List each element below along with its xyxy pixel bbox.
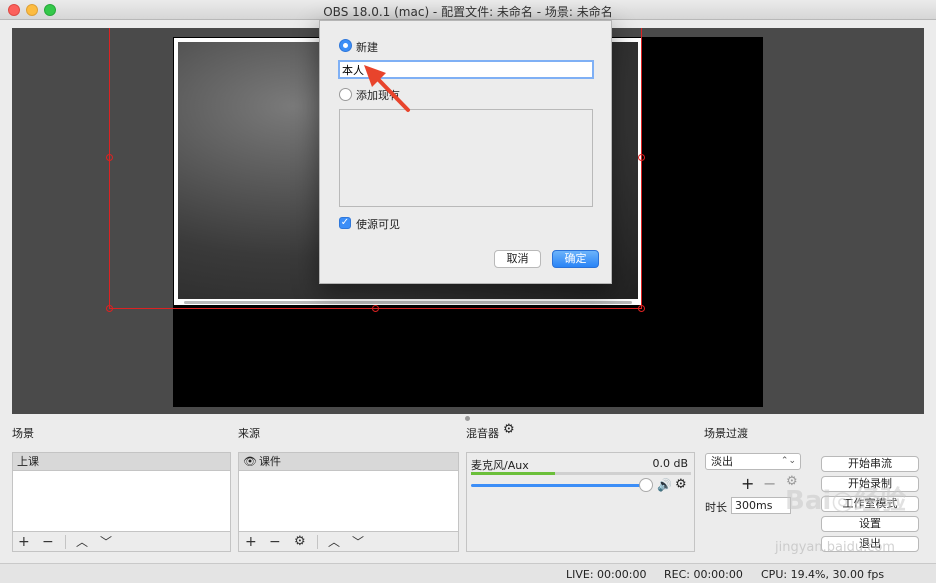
live-timer: LIVE: 00:00:00 [566, 568, 647, 581]
mixer-title: 混音器 [466, 427, 499, 440]
sources-panel: 👁 课件 + − ⚙ ︿ ﹀ [238, 452, 459, 552]
rec-timer: REC: 00:00:00 [664, 568, 743, 581]
scene-item[interactable]: 上课 [13, 453, 230, 471]
sources-toolbar: + − ⚙ ︿ ﹀ [239, 531, 458, 551]
toolbar-divider [65, 535, 66, 549]
cpu-fps-readout: CPU: 19.4%, 30.00 fps [761, 568, 885, 581]
start-streaming-button[interactable]: 开始串流 [821, 456, 919, 472]
chevron-updown-icon: ⌃⌄ [780, 456, 796, 466]
source-item[interactable]: 👁 课件 [239, 453, 458, 471]
mixer-settings-gear-icon[interactable]: ⚙ [503, 422, 515, 437]
add-transition-icon[interactable]: + [741, 474, 754, 493]
transition-select[interactable]: 淡出 ⌃⌄ [705, 453, 801, 470]
scenes-panel: 上课 + − ︿ ﹀ [12, 452, 231, 552]
move-source-up-icon[interactable]: ︿ [328, 534, 340, 550]
transitions-title: 场景过渡 [704, 427, 748, 440]
duration-label: 时长 [705, 501, 727, 514]
move-source-down-icon[interactable]: ﹀ [352, 534, 364, 550]
mixer-panel: 麦克风/Aux 0.0 dB 🔊 ⚙ [466, 452, 695, 552]
volume-slider-knob[interactable] [639, 478, 653, 492]
source-properties-gear-icon[interactable]: ⚙ [294, 534, 306, 550]
audio-level-readout: 0.0 dB [652, 457, 688, 470]
speaker-icon[interactable]: 🔊 [657, 478, 672, 492]
scenes-toolbar: + − ︿ ﹀ [13, 531, 230, 551]
add-scene-icon[interactable]: + [18, 534, 30, 550]
move-scene-down-icon[interactable]: ﹀ [100, 534, 112, 550]
remove-source-icon[interactable]: − [269, 534, 281, 550]
volume-meter [471, 472, 691, 475]
settings-button[interactable]: 设置 [821, 516, 919, 532]
watermark-url: jingyan.baidu.com [775, 540, 895, 555]
remove-scene-icon[interactable]: − [42, 534, 54, 550]
transition-selected-value: 淡出 [711, 455, 733, 468]
move-scene-up-icon[interactable]: ︿ [76, 534, 88, 550]
watermark-logo: Bai◎经验 [785, 486, 906, 516]
eye-icon[interactable]: 👁 [243, 453, 257, 471]
audio-settings-gear-icon[interactable]: ⚙ [675, 477, 687, 492]
add-source-icon[interactable]: + [245, 534, 257, 550]
status-bar: LIVE: 00:00:00 REC: 00:00:00 CPU: 19.4%,… [0, 563, 936, 583]
sources-title: 来源 [238, 427, 260, 440]
toolbar-divider [317, 535, 318, 549]
duration-input[interactable]: 300ms [731, 497, 791, 514]
source-item-label: 课件 [259, 455, 281, 468]
volume-slider[interactable] [471, 484, 647, 487]
audio-channel-name: 麦克风/Aux [471, 459, 529, 472]
scenes-title: 场景 [12, 427, 34, 440]
remove-transition-icon[interactable]: − [763, 474, 776, 493]
